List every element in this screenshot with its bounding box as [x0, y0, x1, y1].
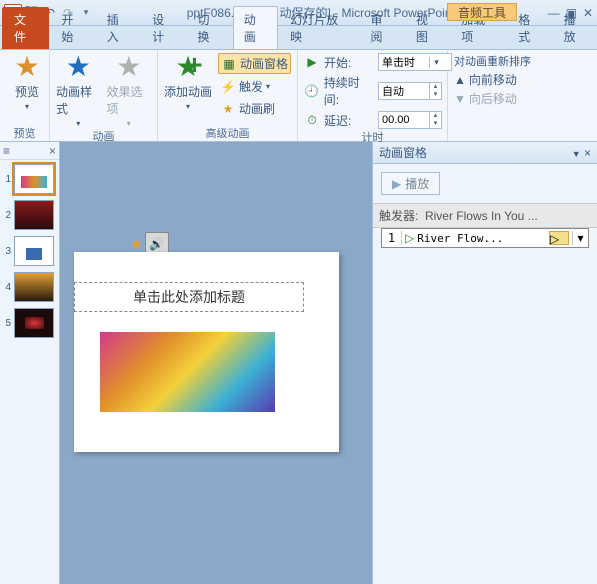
start-dropdown[interactable]: ▾ — [378, 53, 452, 71]
tab-design[interactable]: 设计 — [142, 7, 185, 49]
tab-home[interactable]: 开始 — [51, 7, 94, 49]
tab-review[interactable]: 审阅 — [361, 7, 404, 49]
animation-pane-title: 动画窗格 — [379, 144, 427, 161]
tab-slideshow[interactable]: 幻灯片放映 — [280, 7, 358, 49]
trigger-button[interactable]: ⚡ 触发 ▾ — [218, 77, 291, 96]
down-arrow-icon: ▼ — [454, 92, 466, 106]
animation-indicator-icon: ★ — [130, 236, 143, 253]
slide-thumb-5[interactable]: 5 — [3, 308, 56, 338]
star-icon: ★ — [66, 53, 91, 81]
animation-pane-button[interactable]: ▦ 动画窗格 — [218, 53, 291, 74]
duration-spinner[interactable]: ▴▾ — [378, 82, 442, 100]
duration-label: 持续时间: — [324, 74, 374, 108]
slide-editor[interactable]: ★ 🔊 ⏮ ⏭ 00:00:00 🔊 单击此处添加标题 — [60, 142, 372, 584]
move-later-button: ▼向后移动 — [454, 90, 517, 107]
add-animation-button[interactable]: ★ 添加动画▾ — [164, 53, 212, 111]
animation-item-1[interactable]: 1 ▷ River Flow... ▷ ▾ — [381, 228, 589, 248]
pane-dropdown-icon[interactable]: ▼ — [572, 149, 581, 159]
lightning-icon: ⚡ — [220, 79, 236, 95]
animation-styles-button[interactable]: ★ 动画样式▾ — [56, 53, 101, 128]
trigger-header: 触发器: River Flows In You ... — [373, 203, 597, 228]
slide-image[interactable] — [100, 332, 275, 412]
outline-icon[interactable]: ≡ — [3, 144, 10, 158]
timeline-bar: ▷ — [549, 231, 569, 245]
tab-insert[interactable]: 插入 — [97, 7, 140, 49]
move-earlier-button[interactable]: ▲向前移动 — [454, 71, 517, 88]
preview-button[interactable]: ★ 预览▾ — [6, 53, 48, 111]
pane-icon: ▦ — [221, 56, 237, 72]
delay-spinner[interactable]: ▴▾ — [378, 111, 442, 129]
play-icon: ▶ — [304, 54, 320, 70]
painter-icon: ★ — [220, 101, 236, 117]
group-preview: 预览 — [6, 125, 43, 141]
tab-transitions[interactable]: 切换 — [187, 7, 230, 49]
clock-icon: 🕘 — [304, 83, 320, 99]
slide-thumb-2[interactable]: 2 — [3, 200, 56, 230]
reorder-header: 对动画重新排序 — [454, 53, 531, 69]
slide-thumb-3[interactable]: 3 — [3, 236, 56, 266]
star-icon: ★ — [116, 53, 141, 81]
star-icon: ★ — [14, 53, 39, 81]
slide-thumb-1[interactable]: 1 — [3, 164, 56, 194]
animation-painter-button[interactable]: ★ 动画刷 — [218, 99, 291, 118]
start-label: 开始: — [324, 54, 374, 71]
pane-play-button[interactable]: ▶ 播放 — [381, 172, 440, 195]
pane-close-icon[interactable]: × — [584, 146, 591, 160]
tab-view[interactable]: 视图 — [406, 7, 449, 49]
delay-label: 延迟: — [324, 112, 374, 129]
play-effect-icon: ▷ — [405, 231, 414, 245]
tab-file[interactable]: 文件 — [2, 7, 49, 49]
star-plus-icon: ★ — [175, 53, 200, 81]
thumbs-close-icon[interactable]: × — [49, 144, 56, 158]
tab-animations[interactable]: 动画 — [233, 6, 278, 49]
item-dropdown-icon[interactable]: ▾ — [572, 231, 588, 245]
delay-icon: ⏱ — [304, 112, 320, 128]
up-arrow-icon: ▲ — [454, 73, 466, 87]
tab-playback[interactable]: 播放 — [554, 7, 597, 49]
effect-options-button: ★ 效果选项▾ — [107, 53, 152, 128]
title-placeholder[interactable]: 单击此处添加标题 — [74, 282, 304, 312]
slide-thumb-4[interactable]: 4 — [3, 272, 56, 302]
play-icon: ▶ — [392, 177, 401, 191]
group-advanced-animation: 高级动画 — [164, 125, 291, 141]
contextual-tab-audio: 音频工具 — [447, 3, 517, 21]
